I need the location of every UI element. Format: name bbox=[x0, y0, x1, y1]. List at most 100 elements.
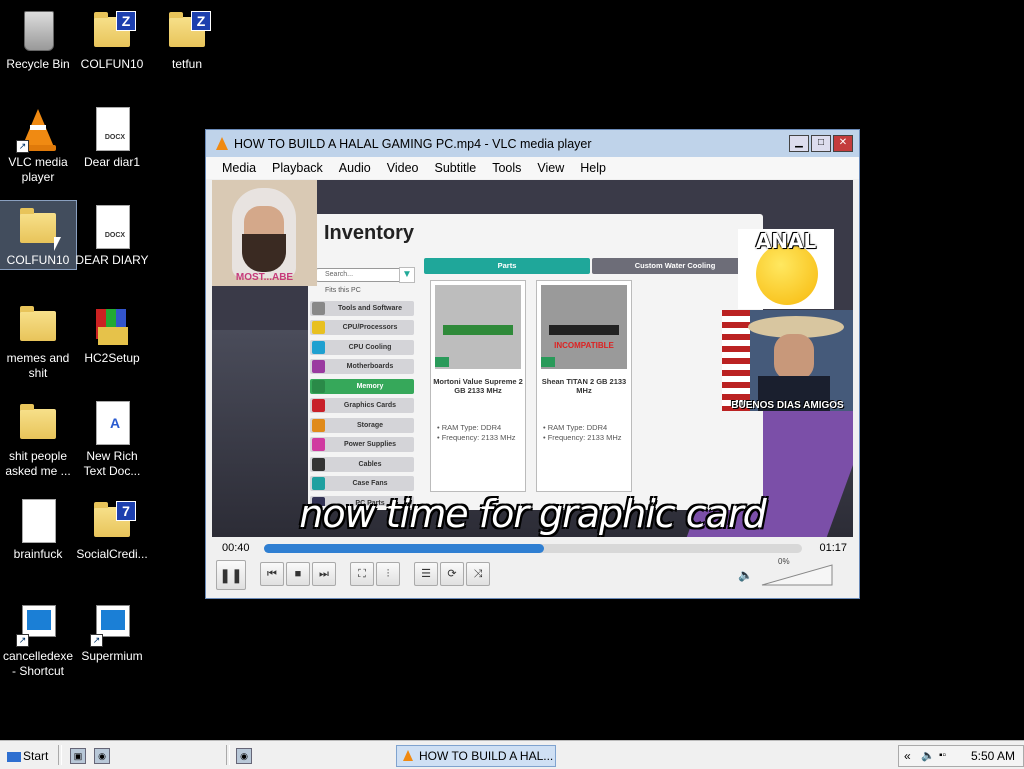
menu-playback[interactable]: Playback bbox=[272, 161, 323, 175]
fits-badge-icon bbox=[541, 357, 555, 367]
next-button[interactable]: ⏭ bbox=[312, 562, 336, 586]
desktop-icon-colfun10-zip[interactable]: Z COLFUN10 bbox=[74, 5, 150, 72]
meme-caption: ANAL bbox=[755, 229, 817, 253]
desktop-icon-dear-diar1[interactable]: DOCX Dear diar1 bbox=[74, 103, 150, 170]
menu-subtitle[interactable]: Subtitle bbox=[435, 161, 477, 175]
desktop-icon-label: shit people asked me ... bbox=[5, 449, 71, 478]
start-button[interactable]: Start bbox=[6, 746, 52, 766]
incompatible-label: INCOMPATIBLE bbox=[554, 341, 614, 350]
product-spec: • RAM Type: DDR4 bbox=[437, 423, 502, 432]
taskbar-task-vlc[interactable]: HOW TO BUILD A HAL... bbox=[396, 745, 556, 767]
minimize-button[interactable]: ▁ bbox=[789, 135, 809, 152]
desktop-icon-recycle-bin[interactable]: Recycle Bin bbox=[0, 5, 76, 72]
desktop-icon-socialcredi[interactable]: 7 SocialCredi... bbox=[74, 495, 150, 562]
video-subtitle: now time for graphic card bbox=[299, 492, 766, 536]
rtf-icon: A bbox=[92, 401, 132, 445]
playlist-button[interactable]: ☰ bbox=[414, 562, 438, 586]
desktop-icon-new-rich-text-doc[interactable]: A New Rich Text Doc... bbox=[74, 397, 150, 479]
vlc-titlebar[interactable]: HOW TO BUILD A HALAL GAMING PC.mp4 - VLC… bbox=[206, 130, 859, 157]
folder-icon bbox=[18, 205, 58, 249]
shuffle-button[interactable]: ⤨ bbox=[466, 562, 490, 586]
desktop-icon-tetfun[interactable]: Z tetfun bbox=[149, 5, 225, 72]
text-file-icon bbox=[18, 499, 58, 543]
clock[interactable]: 5:50 AM bbox=[971, 746, 1015, 766]
desktop-icon-label: COLFUN10 bbox=[80, 57, 144, 71]
seek-progress bbox=[264, 544, 544, 553]
windows-logo-icon bbox=[7, 751, 21, 762]
tray-expand-button[interactable]: « bbox=[904, 746, 911, 766]
speaker-icon[interactable]: 🔈 bbox=[738, 568, 753, 582]
filter-icon: ▼ bbox=[399, 267, 415, 283]
menu-audio[interactable]: Audio bbox=[339, 161, 371, 175]
category-item: Cables bbox=[310, 457, 414, 472]
recycle-bin-icon bbox=[18, 9, 58, 53]
product-spec: • Frequency: 2133 MHz bbox=[543, 433, 622, 442]
desktop-icon-label: COLFUN10 bbox=[6, 253, 70, 267]
menu-tools[interactable]: Tools bbox=[492, 161, 521, 175]
inventory-title: Inventory bbox=[324, 222, 415, 244]
time-elapsed: 00:40 bbox=[222, 542, 250, 554]
meme-caption: MOST...ABE bbox=[235, 272, 294, 283]
meme-face-image: MOST...ABE bbox=[212, 180, 317, 286]
desktop-icon-label: New Rich Text Doc... bbox=[83, 449, 141, 478]
zip-folder-icon: Z bbox=[92, 9, 136, 53]
zip-folder-icon: 7 bbox=[92, 499, 136, 543]
product-spec: • Frequency: 2133 MHz bbox=[437, 433, 516, 442]
mouse-cursor-icon bbox=[54, 237, 61, 251]
product-card: INCOMPATIBLE Shean TITAN 2 GB 2133 MHz •… bbox=[536, 280, 632, 492]
desktop-icon-memes-and-shit[interactable]: memes and shit bbox=[0, 299, 76, 381]
close-button[interactable]: ✕ bbox=[833, 135, 853, 152]
network-tray-icon[interactable]: ▪▫ bbox=[939, 746, 946, 766]
pause-button[interactable]: ❚❚ bbox=[216, 560, 246, 590]
menu-media[interactable]: Media bbox=[222, 161, 256, 175]
desktop-icon-label: brainfuck bbox=[13, 547, 63, 561]
meme-buenos-image: BUENOS DIAS AMIGOS bbox=[722, 310, 853, 411]
menu-view[interactable]: View bbox=[537, 161, 564, 175]
desktop-icon-supermium[interactable]: ↗ Supermium bbox=[74, 597, 150, 664]
meme-smiley-image: ANAL bbox=[738, 229, 834, 309]
video-area[interactable]: Inventory Search... ▼ Fits this PC Parts… bbox=[212, 180, 853, 537]
desktop-icon-shit-people-asked-me[interactable]: shit people asked me ... bbox=[0, 397, 76, 479]
maximize-button[interactable]: □ bbox=[811, 135, 831, 152]
volume-tray-icon[interactable]: 🔈 bbox=[921, 746, 935, 766]
category-item: Storage bbox=[310, 418, 414, 433]
stop-button[interactable]: ■ bbox=[286, 562, 310, 586]
tab-custom-water-cooling: Custom Water Cooling bbox=[592, 258, 758, 274]
category-item: Graphics Cards bbox=[310, 398, 414, 413]
desktop-icon-dear-diary[interactable]: DOCX DEAR DIARY bbox=[74, 201, 150, 268]
taskbar-separator bbox=[226, 745, 230, 765]
desktop-icon-label: tetfun bbox=[171, 57, 203, 71]
menu-help[interactable]: Help bbox=[580, 161, 606, 175]
desktop-icon-hc2setup[interactable]: HC2Setup bbox=[74, 299, 150, 366]
taskbar: Start ▣ ◉ ◉ HOW TO BUILD A HAL... « 🔈 ▪▫… bbox=[0, 740, 1024, 769]
volume-slider[interactable]: 0% bbox=[760, 557, 836, 586]
product-card: Mortoni Value Supreme 2 GB 2133 MHz • RA… bbox=[430, 280, 526, 492]
category-item: CPU Cooling bbox=[310, 340, 414, 355]
desktop-icon-label: Supermium bbox=[81, 649, 143, 663]
loop-button[interactable]: ⟳ bbox=[440, 562, 464, 586]
quicklaunch-icon[interactable]: ◉ bbox=[236, 748, 252, 764]
menu-video[interactable]: Video bbox=[387, 161, 419, 175]
desktop-icon-colfun10-folder[interactable]: COLFUN10 bbox=[0, 200, 77, 270]
vlc-window: HOW TO BUILD A HALAL GAMING PC.mp4 - VLC… bbox=[205, 129, 860, 599]
show-desktop-icon[interactable]: ▣ bbox=[70, 748, 86, 764]
inventory-tabs: Parts Custom Water Cooling bbox=[424, 258, 758, 274]
window-title: HOW TO BUILD A HALAL GAMING PC.mp4 - VLC… bbox=[234, 136, 592, 151]
winrar-installer-icon bbox=[92, 303, 132, 347]
seek-slider[interactable] bbox=[264, 544, 802, 553]
desktop-icon-label: DEAR DIARY bbox=[75, 253, 149, 267]
desktop-icon-brainfuck[interactable]: brainfuck bbox=[0, 495, 76, 562]
previous-button[interactable]: ⏮ bbox=[260, 562, 284, 586]
desktop-icon-cancelledexe-shortcut[interactable]: ↗ cancelledexe - Shortcut bbox=[0, 597, 76, 679]
fullscreen-button[interactable]: ⛶ bbox=[350, 562, 374, 586]
zip-folder-icon: Z bbox=[167, 9, 211, 53]
product-name: Mortoni Value Supreme 2 GB 2133 MHz bbox=[433, 377, 523, 395]
vlc-cone-icon bbox=[216, 137, 228, 150]
product-spec: • RAM Type: DDR4 bbox=[543, 423, 608, 432]
quicklaunch-icon[interactable]: ◉ bbox=[94, 748, 110, 764]
category-item-active: Memory bbox=[310, 379, 414, 394]
vlc-cone-icon bbox=[403, 750, 413, 761]
desktop-icon-vlc[interactable]: ↗ VLC media player bbox=[0, 103, 76, 185]
desktop-icon-label: cancelledexe - Shortcut bbox=[2, 649, 74, 678]
extended-settings-button[interactable]: ⫶ bbox=[376, 562, 400, 586]
